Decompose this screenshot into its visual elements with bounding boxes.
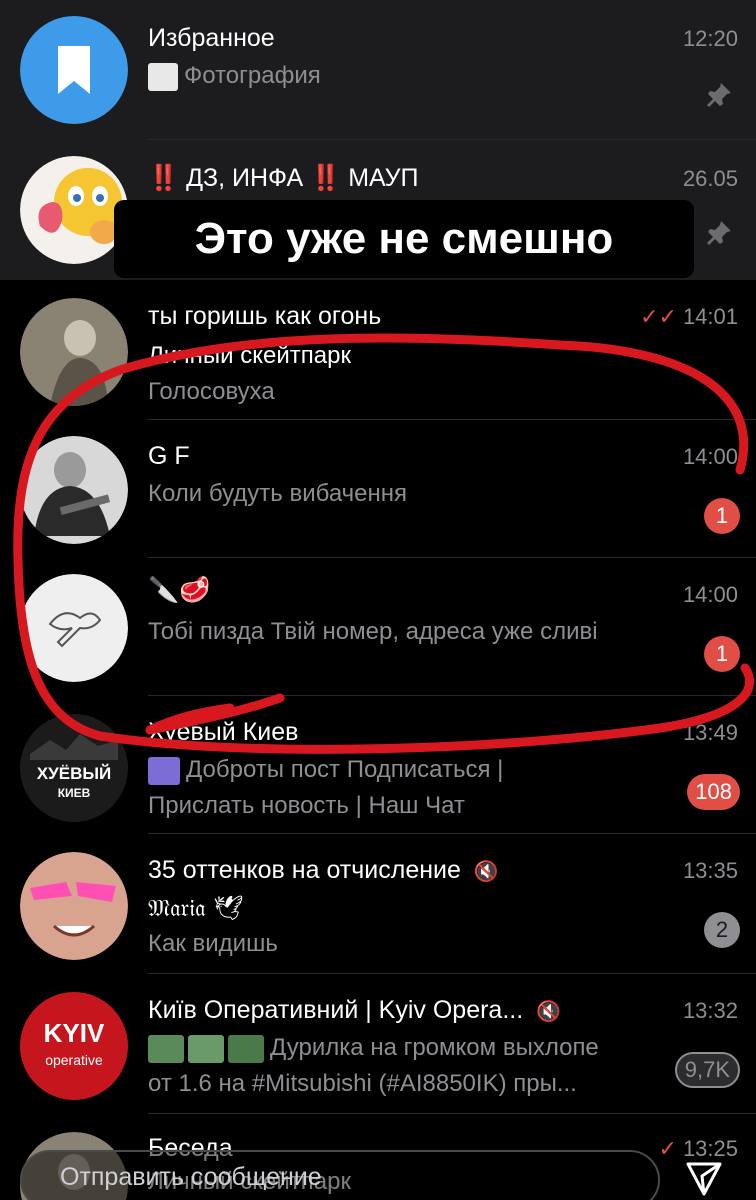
- photo-thumbnail-icon: [148, 62, 178, 91]
- chat-row-knife-steak[interactable]: 🔪🥩 Тобі пизда Твій номер, адреса уже сли…: [0, 558, 756, 696]
- double-exclamation-icon: ‼️: [310, 164, 342, 192]
- avatar-drawing: [20, 574, 128, 682]
- chat-time: 26.05: [682, 166, 738, 191]
- chat-preview: Прислать новость | Наш Чат: [148, 792, 465, 819]
- chat-preview: Доброты пост Подписаться |: [148, 756, 503, 785]
- chat-preview: от 1.6 на #Mitsubishi (#AI8850IK) пры...: [148, 1070, 577, 1097]
- chat-preview-sender: 𝔐𝔞𝔯𝔦𝔞 🕊: [148, 894, 244, 922]
- muted-icon: 🔇: [536, 1001, 562, 1023]
- photo-thumbnail-icon: [188, 1034, 224, 1063]
- chat-name: ‼️ ДЗ, ИНФА ‼️ МАУП: [148, 164, 419, 192]
- unread-badge: 1: [704, 636, 740, 672]
- unread-badge: 1: [704, 498, 740, 534]
- double-exclamation-icon: ‼️: [148, 164, 180, 192]
- chat-preview: Как видишь: [148, 930, 278, 957]
- chat-name: 🔪🥩: [148, 576, 211, 604]
- chat-preview: Коли будуть вибачення: [148, 480, 407, 507]
- avatar-subtitle: operative: [45, 1052, 103, 1068]
- story-caption: Это уже не смешно: [114, 200, 694, 278]
- photo-thumbnail-icon: [148, 1034, 184, 1063]
- chat-name: 35 оттенков на отчисление 🔇: [148, 856, 499, 884]
- chat-row-saved-messages[interactable]: Избранное Фотография 12:20: [0, 0, 756, 140]
- chat-row-35-ottenkov[interactable]: 35 оттенков на отчисление 🔇 𝔐𝔞𝔯𝔦𝔞 🕊 Как …: [0, 834, 756, 974]
- check-icon: ✓: [658, 1136, 677, 1161]
- chat-time: 12:20: [682, 26, 738, 51]
- chat-time: 14:00: [682, 444, 738, 469]
- avatar-title: KYIV: [43, 1018, 105, 1048]
- chat-name: G F: [148, 442, 190, 470]
- send-icon[interactable]: [682, 1156, 726, 1200]
- photo-thumbnail-icon: [148, 756, 180, 785]
- chat-name: Избранное: [148, 24, 275, 52]
- avatar-photo: [20, 852, 128, 960]
- avatar-channel-logo: ХУЁВЫЙ КИЕВ: [20, 714, 128, 822]
- chat-row-kiev-channel[interactable]: ХУЁВЫЙ КИЕВ Хуёвый Киев Доброты пост Под…: [0, 696, 756, 834]
- chat-preview: Голосовуха: [148, 378, 275, 405]
- chat-row-gf[interactable]: G F Коли будуть вибачення 14:00 1: [0, 420, 756, 558]
- pin-icon: [707, 221, 731, 245]
- chat-preview: Дурилка на громком выхлопе: [148, 1034, 599, 1063]
- chat-name: Хуёвый Киев: [148, 718, 299, 746]
- chat-preview: Фотография: [148, 62, 321, 91]
- chat-time: 13:49: [682, 720, 738, 745]
- chat-name: ты горишь как огонь: [148, 302, 382, 330]
- chat-row-ty-gorish[interactable]: ты горишь как огонь Личный скейтпарк Гол…: [0, 280, 756, 420]
- chat-time: 13:32: [682, 998, 738, 1023]
- reply-placeholder: Отправить сообщение: [60, 1163, 322, 1191]
- muted-icon: 🔇: [473, 861, 499, 883]
- avatar-title: ХУЁВЫЙ: [36, 764, 112, 783]
- chat-preview: Тобі пизда Твій номер, адреса уже сливі: [148, 618, 598, 645]
- chat-time: ✓✓ 14:01: [640, 304, 738, 329]
- chat-time: 13:35: [682, 858, 738, 883]
- unread-badge: 2: [704, 912, 740, 948]
- chat-name: Київ Оперативний | Kyiv Opera... 🔇: [148, 996, 562, 1024]
- double-check-icon: ✓✓: [640, 304, 677, 329]
- avatar-photo: [20, 298, 128, 406]
- avatar-emoji-sticker: [20, 156, 128, 264]
- unread-badge: 108: [687, 774, 740, 810]
- chat-time: 14:00: [682, 582, 738, 607]
- photo-thumbnail-icon: [228, 1034, 264, 1063]
- avatar-saved-messages: [20, 16, 128, 124]
- avatar-subtitle: КИЕВ: [57, 786, 91, 800]
- unread-badge: 9,7K: [674, 1052, 740, 1088]
- chat-row-kyiv-operative[interactable]: KYIV operative Київ Оперативний | Kyiv O…: [0, 974, 756, 1114]
- avatar-photo: [20, 436, 128, 544]
- chat-preview-sender: Личный скейтпарк: [148, 342, 351, 369]
- avatar-channel-logo: KYIV operative: [20, 992, 128, 1100]
- pin-icon: [707, 83, 731, 107]
